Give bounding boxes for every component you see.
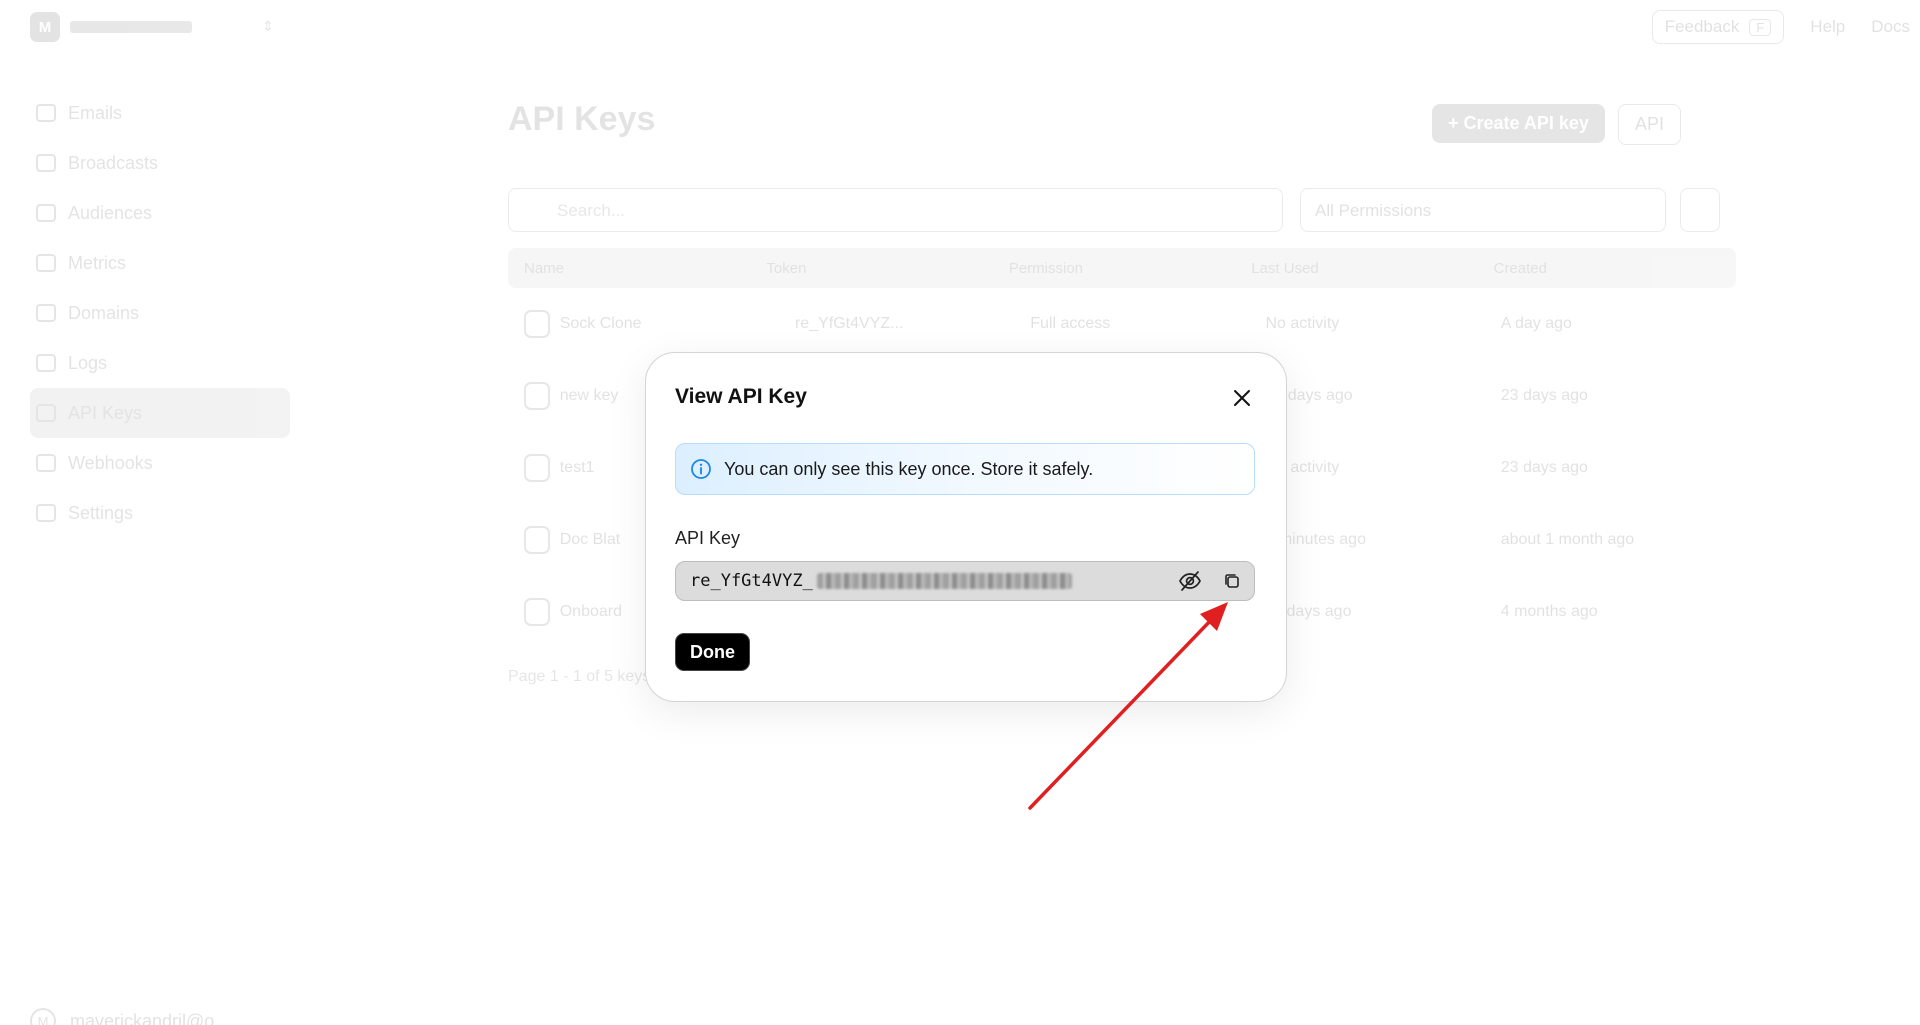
logs-icon bbox=[36, 354, 56, 372]
users-icon bbox=[36, 204, 56, 222]
sidebar-item-label: Settings bbox=[68, 502, 134, 523]
sidebar-item-settings[interactable]: Settings bbox=[30, 488, 290, 538]
lock-icon bbox=[524, 598, 550, 626]
sidebar-item-api-keys[interactable]: API Keys bbox=[30, 388, 290, 438]
info-callout: You can only see this key once. Store it… bbox=[675, 443, 1255, 495]
feedback-button[interactable]: Feedback F bbox=[1651, 10, 1785, 44]
team-logo: M bbox=[30, 12, 60, 42]
avatar: M bbox=[30, 1008, 56, 1025]
column-header: Token bbox=[766, 259, 807, 277]
sidebar-item-label: Webhooks bbox=[68, 452, 153, 473]
info-icon bbox=[691, 459, 711, 479]
sidebar-item-label: Domains bbox=[68, 302, 140, 323]
dialog-title: View API Key bbox=[675, 385, 807, 408]
feedback-label: Feedback bbox=[1664, 17, 1740, 36]
info-text: You can only see this key once. Store it… bbox=[724, 458, 1094, 479]
lock-icon bbox=[36, 404, 56, 422]
close-button[interactable] bbox=[1229, 385, 1255, 411]
team-name-redacted bbox=[70, 21, 192, 33]
api-key-label: API Key bbox=[675, 528, 741, 548]
eye-off-icon bbox=[1179, 571, 1201, 591]
lock-icon bbox=[524, 454, 550, 482]
sidebar-item-webhooks[interactable]: Webhooks bbox=[30, 438, 290, 488]
column-header: Last Used bbox=[1251, 259, 1319, 277]
user-menu[interactable]: M maverickandril@o bbox=[30, 1008, 214, 1025]
sidebar-item-emails[interactable]: Emails bbox=[30, 88, 290, 138]
lock-icon bbox=[524, 382, 550, 410]
key-permission: Full access bbox=[1030, 315, 1111, 332]
mail-icon bbox=[36, 104, 56, 122]
column-header: Permission bbox=[1008, 259, 1083, 277]
view-api-key-dialog: View API Key You can only see this key o… bbox=[645, 352, 1287, 702]
filter-row: Search... All Permissions bbox=[508, 188, 1736, 232]
sidebar-item-audiences[interactable]: Audiences bbox=[30, 188, 290, 238]
key-last-used: No activity bbox=[1265, 315, 1340, 332]
api-docs-button[interactable]: API bbox=[1618, 104, 1682, 145]
chart-icon bbox=[36, 254, 56, 272]
key-created: about 1 month ago bbox=[1500, 531, 1635, 548]
key-created: 23 days ago bbox=[1500, 459, 1588, 476]
webhook-icon bbox=[36, 454, 56, 472]
sidebar: M ⇕ Emails Broadcasts Audiences Metrics … bbox=[0, 0, 300, 1025]
sidebar-item-label: Logs bbox=[68, 352, 108, 373]
sidebar-item-domains[interactable]: Domains bbox=[30, 288, 290, 338]
copy-button[interactable] bbox=[1222, 571, 1242, 591]
lock-icon bbox=[524, 526, 550, 554]
sidebar-item-label: Broadcasts bbox=[68, 152, 159, 173]
settings-icon bbox=[36, 504, 56, 522]
api-key-field[interactable]: re_YfGt4VYZ_ bbox=[675, 561, 1255, 601]
column-header: Name bbox=[524, 259, 565, 277]
key-name: Sock Clone bbox=[559, 315, 642, 332]
download-button[interactable] bbox=[1680, 188, 1720, 232]
sidebar-item-label: Metrics bbox=[68, 252, 126, 273]
key-created: A day ago bbox=[1500, 315, 1572, 332]
docs-link[interactable]: Docs bbox=[1871, 17, 1910, 37]
column-header: Created bbox=[1493, 259, 1547, 277]
key-last-used: No activity bbox=[1265, 459, 1340, 476]
key-last-used: 11 days ago bbox=[1265, 603, 1352, 620]
sidebar-item-label: Emails bbox=[68, 102, 123, 123]
permission-filter[interactable]: All Permissions bbox=[1300, 188, 1666, 232]
chevron-updown-icon[interactable]: ⇕ bbox=[262, 18, 274, 35]
toggle-visibility-button[interactable] bbox=[1178, 570, 1202, 592]
search-input[interactable]: Search... bbox=[508, 188, 1283, 232]
api-key-value[interactable]: re_YfGt4VYZ_ bbox=[690, 571, 813, 591]
key-created: 4 months ago bbox=[1500, 603, 1598, 620]
globe-icon bbox=[36, 304, 56, 322]
sidebar-item-metrics[interactable]: Metrics bbox=[30, 238, 290, 288]
broadcast-icon bbox=[36, 154, 56, 172]
help-link[interactable]: Help bbox=[1810, 17, 1845, 37]
key-created: 23 days ago bbox=[1500, 387, 1588, 404]
sidebar-nav: Emails Broadcasts Audiences Metrics Doma… bbox=[30, 88, 290, 538]
lock-icon bbox=[524, 310, 550, 338]
key-last-used: 3 minutes ago bbox=[1265, 531, 1366, 548]
key-last-used: 23 days ago bbox=[1265, 387, 1353, 404]
table-row[interactable]: Sock Clone re_YfGt4VYZ... Full access No ac… bbox=[508, 288, 1736, 360]
topbar: Feedback F Help Docs bbox=[1651, 10, 1920, 44]
sidebar-item-broadcasts[interactable]: Broadcasts bbox=[30, 138, 290, 188]
sidebar-item-label: API Keys bbox=[68, 402, 143, 423]
team-switcher[interactable]: M bbox=[30, 12, 192, 42]
feedback-shortcut: F bbox=[1749, 18, 1772, 36]
pagination-info: Page 1 - 1 of 5 keys bbox=[508, 668, 651, 685]
key-token: re_YfGt4VYZ... bbox=[794, 315, 904, 332]
sidebar-item-logs[interactable]: Logs bbox=[30, 338, 290, 388]
table-header: Name Token Permission Last Used Created bbox=[508, 248, 1736, 288]
create-api-key-button[interactable]: + Create API key bbox=[1432, 104, 1605, 143]
done-button[interactable]: Done bbox=[675, 633, 750, 671]
close-icon bbox=[1234, 390, 1250, 406]
sidebar-item-label: Audiences bbox=[68, 202, 153, 223]
api-key-redacted bbox=[816, 573, 1072, 589]
copy-icon bbox=[1225, 574, 1239, 588]
user-name: maverickandril@o bbox=[70, 1010, 215, 1025]
main-content: API Keys + Create API key API Search... … bbox=[508, 100, 1736, 685]
